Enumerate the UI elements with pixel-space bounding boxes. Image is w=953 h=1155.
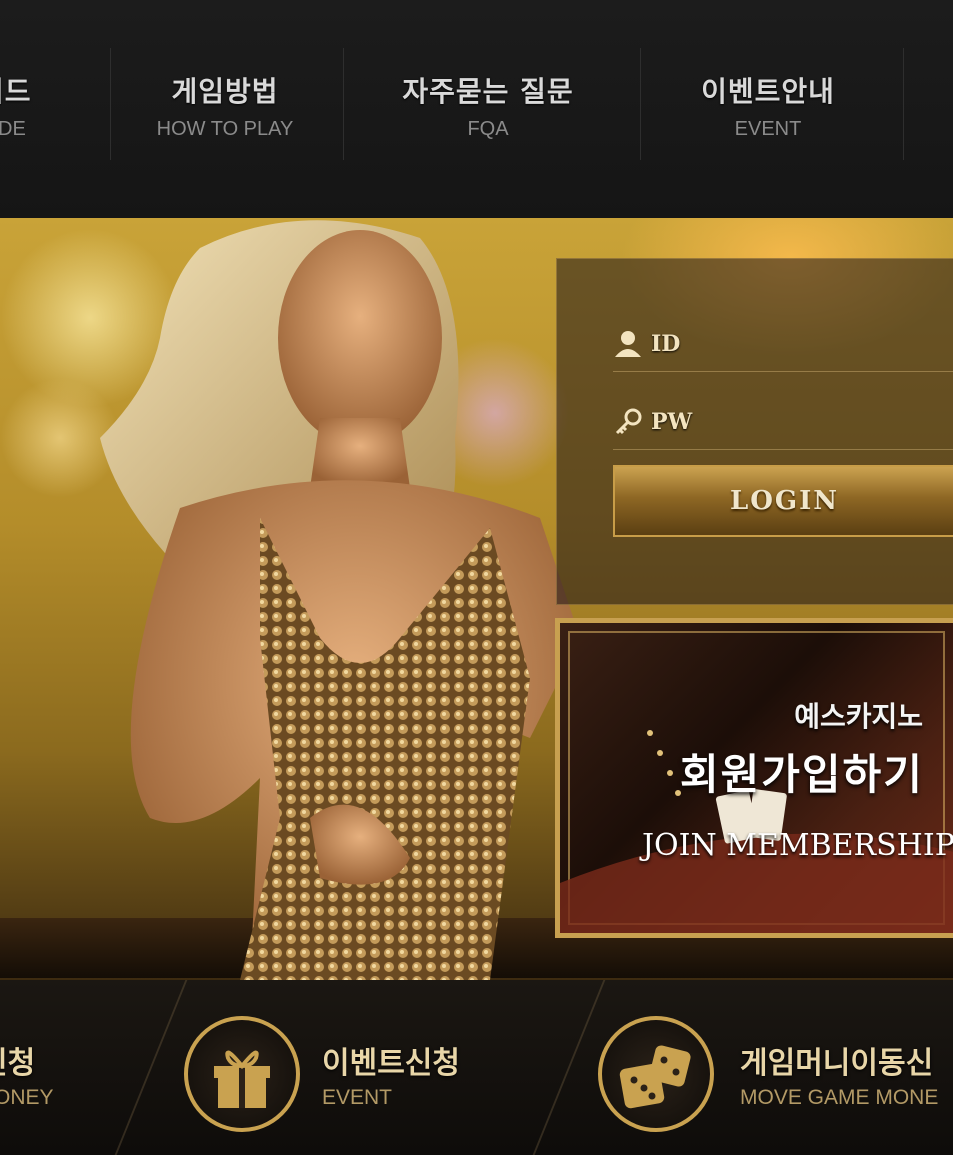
nav-item-label: 자주묻는 질문 xyxy=(402,75,574,108)
quick-menu-sublabel: EVENT xyxy=(322,1086,393,1109)
id-label: ID xyxy=(651,331,681,357)
gift-icon xyxy=(184,1016,300,1132)
nav-item-sublabel: EVENT xyxy=(734,118,802,140)
nav-item-sublabel: UIDE xyxy=(0,118,26,140)
quick-menu-label: 이벤트신청 xyxy=(322,1046,460,1081)
nav-item-sublabel: HOW TO PLAY xyxy=(156,118,294,140)
id-field[interactable]: ID xyxy=(613,321,953,372)
quick-menu-item-money[interactable]: 신청 ONEY xyxy=(0,980,150,1155)
nav-item-label: 이벤트안내 xyxy=(701,75,835,108)
nav-item-guide[interactable]: 이드 UIDE xyxy=(0,70,78,141)
join-english-label: JOIN MEMBERSHIP xyxy=(642,828,953,863)
hero-banner: ID PW LOGIN 예스카지노 회원가입하기 JOIN MEMBERSHIP xyxy=(0,218,953,980)
pw-label: PW xyxy=(651,409,693,435)
login-button[interactable]: LOGIN xyxy=(613,465,953,537)
user-icon xyxy=(615,331,641,357)
nav-divider xyxy=(110,48,111,160)
key-icon xyxy=(615,408,642,435)
join-subtitle: 예스카지노 xyxy=(794,700,923,733)
quick-menu-item-move-game-money[interactable]: 게임머니이동신 MOVE GAME MONE xyxy=(596,980,953,1155)
nav-item-how-to-play[interactable]: 게임방법 HOW TO PLAY xyxy=(130,70,320,141)
bottom-quick-menu: 신청 ONEY 이벤트신청 EVENT 게임머니이동신 MOVE GAME MO xyxy=(0,980,953,1155)
nav-item-faq[interactable]: 자주묻는 질문 FQA xyxy=(368,70,608,141)
nav-item-label: 이드 xyxy=(0,75,32,108)
login-panel: ID PW LOGIN xyxy=(556,258,953,605)
top-navigation: 이드 UIDE 게임방법 HOW TO PLAY 자주묻는 질문 FQA 이벤트… xyxy=(0,0,953,218)
pw-field[interactable]: PW xyxy=(613,399,953,450)
quick-menu-sublabel: ONEY xyxy=(0,1086,54,1109)
nav-divider xyxy=(903,48,904,160)
quick-menu-label: 신청 xyxy=(0,1046,36,1081)
join-membership-banner[interactable]: 예스카지노 회원가입하기 JOIN MEMBERSHIP xyxy=(555,618,953,938)
nav-item-sublabel: FQA xyxy=(467,118,509,140)
nav-item-event[interactable]: 이벤트안내 EVENT xyxy=(668,70,868,141)
nav-divider xyxy=(343,48,344,160)
nav-item-label: 게임방법 xyxy=(171,75,279,108)
quick-menu-label: 게임머니이동신 xyxy=(740,1046,934,1081)
join-title: 회원가입하기 xyxy=(680,750,924,799)
quick-menu-item-event[interactable]: 이벤트신청 EVENT xyxy=(180,980,560,1155)
nav-divider xyxy=(640,48,641,160)
dice-icon xyxy=(598,1016,714,1132)
model-image xyxy=(100,220,580,980)
quick-menu-sublabel: MOVE GAME MONE xyxy=(740,1086,939,1109)
